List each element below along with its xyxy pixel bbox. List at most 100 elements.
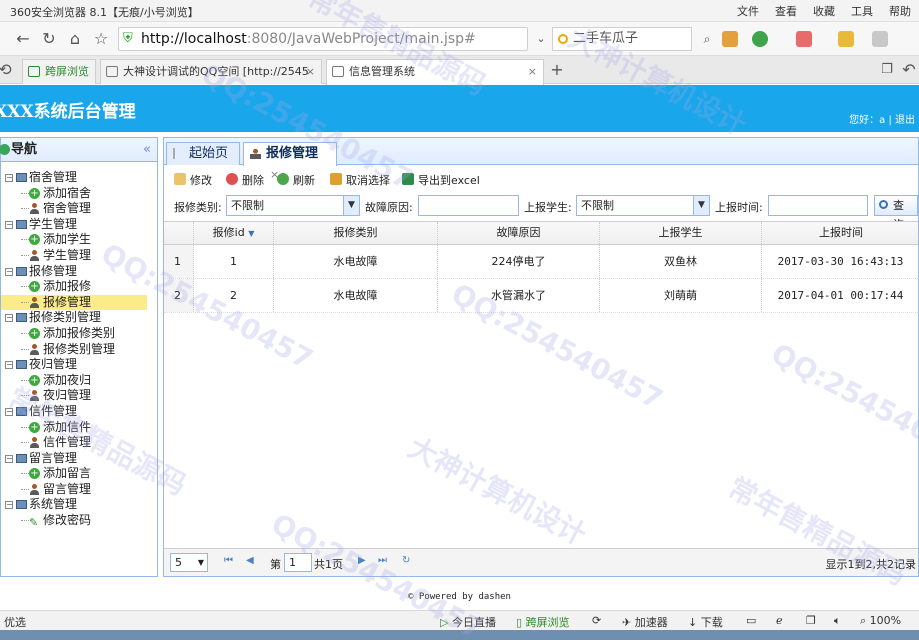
- repair-type-select[interactable]: 不限制 ▼: [226, 195, 360, 216]
- prev-page-icon[interactable]: ◀: [246, 555, 254, 566]
- time-input[interactable]: [768, 195, 868, 216]
- undo-close-icon[interactable]: ↶: [898, 59, 919, 81]
- nav-item[interactable]: ✎ 修改密码: [1, 513, 157, 529]
- browser-tab-label: 信息管理系统: [349, 65, 415, 78]
- tab-history-icon[interactable]: ⟲: [0, 59, 16, 81]
- nav-group[interactable]: − 学生管理: [1, 217, 157, 233]
- table-row[interactable]: 2 2 水电故障 水管漏水了 刘萌萌 2017-04-01 00:17:44: [164, 279, 918, 313]
- nav-item[interactable]: + 添加夜归: [1, 373, 157, 389]
- column-header-id[interactable]: 报修id ▼: [194, 222, 274, 244]
- collapse-icon[interactable]: «: [143, 138, 151, 162]
- refresh-button[interactable]: 刷新: [277, 172, 315, 188]
- nav-item[interactable]: + 添加学生: [1, 232, 157, 248]
- nav-item[interactable]: 信件管理: [1, 435, 157, 451]
- nav-group[interactable]: − 报修类别管理: [1, 310, 157, 326]
- nav-item[interactable]: 宿舍管理: [1, 201, 157, 217]
- menu-view[interactable]: 查看: [775, 3, 797, 19]
- screenshot-icon[interactable]: [838, 31, 854, 47]
- table-row[interactable]: 1 1 水电故障 224停电了 双鱼林 2017-03-30 16:43:13: [164, 245, 918, 279]
- nav-item[interactable]: 报修类别管理: [1, 342, 157, 358]
- nav-item[interactable]: + 添加报修类别: [1, 326, 157, 342]
- reason-input[interactable]: [418, 195, 519, 216]
- extension-icon[interactable]: [722, 31, 738, 47]
- reload-icon[interactable]: ↻: [402, 555, 410, 566]
- live-button[interactable]: ▷ 今日直播: [440, 614, 496, 630]
- ie-icon[interactable]: ℯ: [776, 614, 783, 627]
- browser-tab-info-system[interactable]: 信息管理系统 ×: [326, 59, 544, 85]
- nav-item[interactable]: 留言管理: [1, 482, 157, 498]
- nav-group[interactable]: − 报修管理: [1, 264, 157, 280]
- dropdown-icon[interactable]: ⌄: [530, 28, 552, 50]
- column-header-time[interactable]: 上报时间: [762, 222, 919, 244]
- nav-group[interactable]: − 信件管理: [1, 404, 157, 420]
- nav-group[interactable]: − 系统管理: [1, 497, 157, 513]
- menu-tools[interactable]: 工具: [851, 3, 873, 19]
- window-icon[interactable]: ▭: [746, 614, 756, 627]
- search-button[interactable]: 查询: [874, 195, 918, 231]
- export-excel-button[interactable]: 导出到excel: [402, 172, 480, 188]
- pagination-info: 显示1到2,共2记录: [825, 558, 917, 571]
- column-header-type[interactable]: 报修类别: [274, 222, 438, 244]
- nav-group[interactable]: − 留言管理: [1, 451, 157, 467]
- column-header-reason[interactable]: 故障原因: [438, 222, 600, 244]
- nav-group[interactable]: − 宿舍管理: [1, 170, 157, 186]
- url-field[interactable]: ⛨ http://localhost:8080/JavaWebProject/m…: [118, 27, 528, 51]
- tab-start-page[interactable]: 起始页: [166, 142, 240, 165]
- collapse-toggle-icon[interactable]: −: [5, 407, 13, 416]
- nav-item[interactable]: + 添加报修: [1, 279, 157, 295]
- page-number-input[interactable]: 1: [284, 553, 312, 572]
- restore-tabs-icon[interactable]: ❐: [876, 59, 898, 81]
- page-size-select[interactable]: 5 ▼: [170, 553, 208, 572]
- accelerator-button[interactable]: ✈ 加速器: [622, 614, 668, 630]
- collapse-toggle-icon[interactable]: −: [5, 361, 13, 370]
- welcome-text[interactable]: 您好：a | 退出: [849, 111, 915, 126]
- back-icon[interactable]: ←: [12, 28, 34, 50]
- first-page-icon[interactable]: ⏮: [224, 555, 233, 566]
- tab-repair-management[interactable]: 报修管理×: [243, 142, 337, 181]
- nav-item[interactable]: 学生管理: [1, 248, 157, 264]
- nav-group[interactable]: − 夜归管理: [1, 357, 157, 373]
- collapse-toggle-icon[interactable]: −: [5, 501, 13, 510]
- collapse-toggle-icon[interactable]: −: [5, 454, 13, 463]
- edit-button[interactable]: 修改: [174, 172, 212, 188]
- next-page-icon[interactable]: ▶: [358, 555, 366, 566]
- menu-help[interactable]: 帮助: [889, 3, 911, 19]
- close-icon[interactable]: ×: [306, 60, 315, 83]
- nav-item[interactable]: + 添加宿舍: [1, 186, 157, 202]
- new-tab-icon[interactable]: +: [546, 59, 568, 81]
- nav-item[interactable]: + 添加留言: [1, 466, 157, 482]
- nav-item[interactable]: 夜归管理: [1, 388, 157, 404]
- collapse-toggle-icon[interactable]: −: [5, 220, 13, 229]
- download-button[interactable]: ↓ 下载: [688, 614, 723, 630]
- restore-icon[interactable]: ❐: [806, 614, 816, 627]
- speed-icon[interactable]: ⟳: [592, 614, 601, 627]
- menu-file[interactable]: 文件: [737, 3, 759, 19]
- browser-tab-qq[interactable]: 大神设计调试的QQ空间 [http://2545 ×: [100, 59, 322, 84]
- star-icon[interactable]: ☆: [90, 28, 112, 50]
- collapse-toggle-icon[interactable]: −: [5, 174, 13, 182]
- close-icon[interactable]: ×: [528, 60, 537, 83]
- zoom-control[interactable]: ⌕ 100%: [860, 614, 901, 628]
- translate-icon[interactable]: [796, 31, 812, 47]
- refresh-icon[interactable]: ↻: [38, 28, 60, 50]
- unselect-button[interactable]: 取消选择: [330, 172, 390, 188]
- browser-tab-crossscreen[interactable]: 跨屏浏览: [22, 59, 96, 84]
- student-select[interactable]: 不限制 ▼: [576, 195, 710, 216]
- last-page-icon[interactable]: ⏭: [378, 555, 387, 566]
- collapse-toggle-icon[interactable]: −: [5, 267, 13, 276]
- delete-button[interactable]: 删除: [226, 172, 264, 188]
- security-icon[interactable]: [752, 31, 768, 47]
- nav-item[interactable]: + 添加信件: [1, 420, 157, 436]
- column-header-student[interactable]: 上报学生: [600, 222, 762, 244]
- status-left[interactable]: 优选: [4, 614, 26, 630]
- search-input[interactable]: 二手车瓜子: [552, 27, 692, 51]
- collapse-toggle-icon[interactable]: −: [5, 314, 13, 323]
- home-icon[interactable]: ⌂: [64, 28, 86, 50]
- game-icon[interactable]: [872, 31, 888, 47]
- search-icon[interactable]: ⌕: [696, 28, 718, 50]
- menu-favorites[interactable]: 收藏: [813, 3, 835, 19]
- nav-item[interactable]: 报修管理: [1, 294, 147, 311]
- table-cell-time: 2017-04-01 00:17:44: [762, 279, 919, 312]
- volume-icon[interactable]: 🔈︎: [834, 614, 841, 628]
- crossscreen-button[interactable]: ▯ 跨屏浏览: [516, 614, 570, 630]
